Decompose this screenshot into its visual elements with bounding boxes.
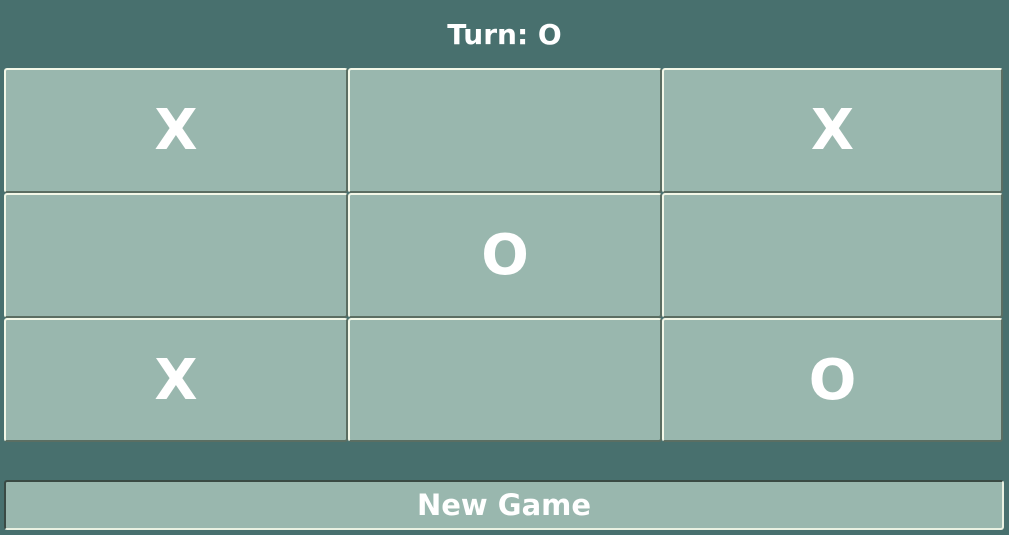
board-cell-2-0[interactable]: X <box>4 318 348 442</box>
board-cell-2-1[interactable] <box>348 318 662 442</box>
board-cell-1-1[interactable]: O <box>348 193 662 318</box>
game-board: X X O X O <box>4 68 1003 442</box>
board-cell-0-1[interactable] <box>348 68 662 193</box>
board-cell-0-2[interactable]: X <box>662 68 1003 193</box>
board-cell-2-2[interactable]: O <box>662 318 1003 442</box>
board-cell-1-0[interactable] <box>4 193 348 318</box>
board-cell-0-0[interactable]: X <box>4 68 348 193</box>
turn-indicator: Turn: O <box>447 18 562 51</box>
new-game-button[interactable]: New Game <box>4 480 1004 530</box>
board-cell-1-2[interactable] <box>662 193 1003 318</box>
